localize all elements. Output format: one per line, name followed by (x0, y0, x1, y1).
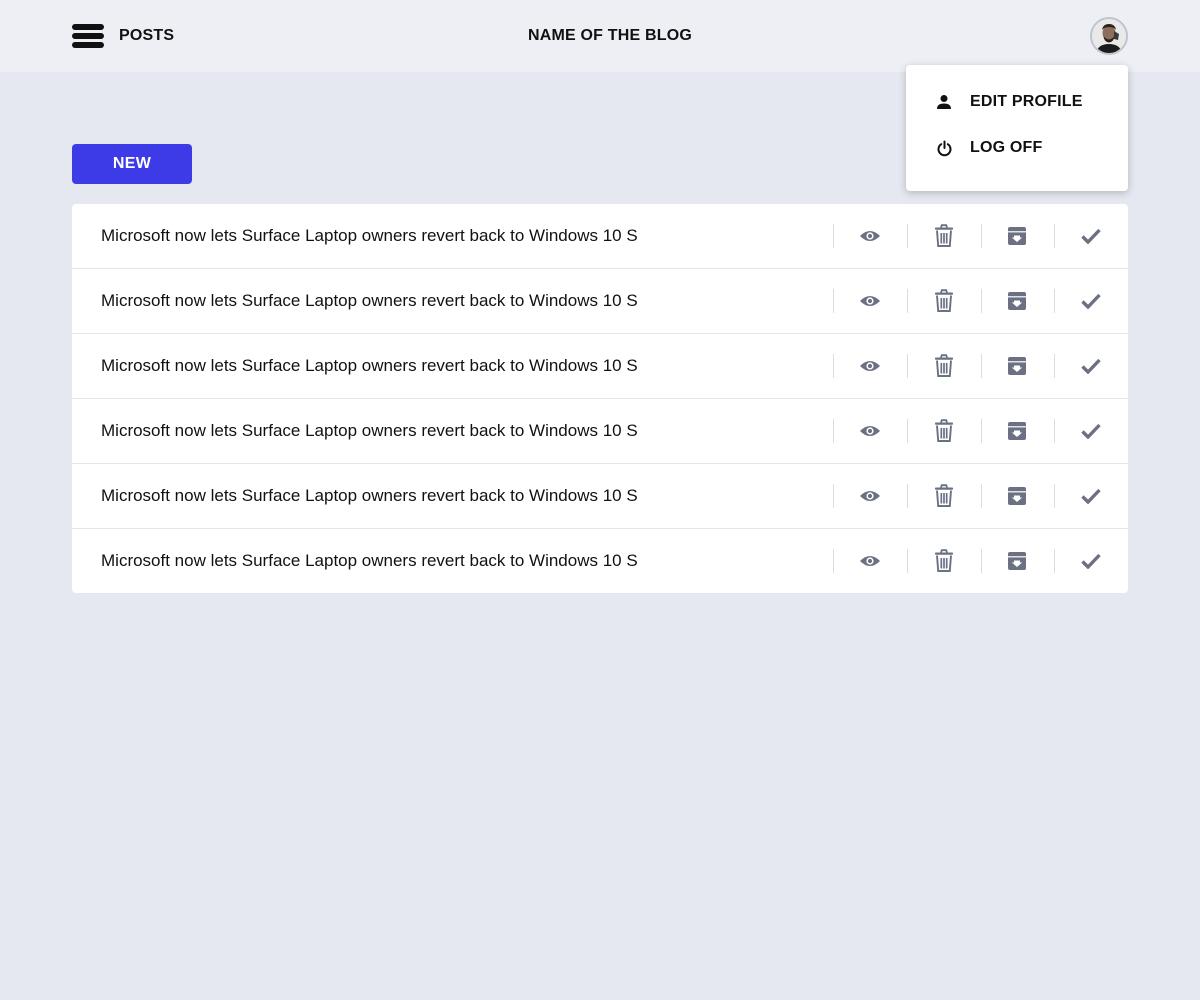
post-title[interactable]: Microsoft now lets Surface Laptop owners… (101, 551, 638, 571)
top-bar: POSTS NAME OF THE BLOG (0, 0, 1200, 72)
delete-button[interactable] (906, 204, 981, 268)
post-actions (833, 204, 1128, 268)
trash-icon (934, 354, 954, 378)
delete-button[interactable] (906, 464, 981, 528)
menu-item-log-off[interactable]: LOG OFF (906, 125, 1128, 171)
archive-button[interactable] (980, 464, 1055, 528)
power-icon (935, 139, 953, 157)
post-title[interactable]: Microsoft now lets Surface Laptop owners… (101, 421, 638, 441)
view-button[interactable] (833, 334, 907, 398)
post-row: Microsoft now lets Surface Laptop owners… (72, 204, 1128, 269)
menu-bar (72, 24, 104, 30)
post-row: Microsoft now lets Surface Laptop owners… (72, 399, 1128, 464)
view-button[interactable] (833, 529, 907, 593)
trash-icon (934, 549, 954, 573)
trash-icon (934, 289, 954, 313)
post-actions (833, 269, 1128, 333)
check-icon (1081, 553, 1101, 569)
delete-button[interactable] (906, 334, 981, 398)
posts-list: Microsoft now lets Surface Laptop owners… (72, 204, 1128, 593)
post-actions (833, 529, 1128, 593)
archive-icon (1007, 421, 1027, 441)
menu-item-edit-profile[interactable]: EDIT PROFILE (906, 79, 1128, 125)
blog-title: NAME OF THE BLOG (527, 27, 693, 44)
post-row: Microsoft now lets Surface Laptop owners… (72, 464, 1128, 529)
profile-dropdown: EDIT PROFILE LOG OFF (906, 65, 1128, 191)
archive-icon (1007, 486, 1027, 506)
nav-posts-link[interactable]: POSTS (119, 27, 174, 45)
new-post-button[interactable]: NEW (72, 144, 192, 184)
view-button[interactable] (833, 269, 907, 333)
view-icon (859, 229, 881, 243)
avatar-image (1092, 19, 1126, 53)
delete-button[interactable] (906, 269, 981, 333)
post-actions (833, 399, 1128, 463)
menu-bar (72, 42, 104, 48)
check-icon (1081, 358, 1101, 374)
view-icon (859, 554, 881, 568)
post-title[interactable]: Microsoft now lets Surface Laptop owners… (101, 226, 638, 246)
view-icon (859, 424, 881, 438)
menu-item-label: LOG OFF (970, 139, 1043, 156)
view-button[interactable] (833, 204, 907, 268)
approve-button[interactable] (1054, 399, 1128, 463)
hamburger-menu-icon[interactable] (72, 24, 104, 48)
archive-button[interactable] (980, 529, 1055, 593)
post-title[interactable]: Microsoft now lets Surface Laptop owners… (101, 486, 638, 506)
delete-button[interactable] (906, 529, 981, 593)
menu-bar (72, 33, 104, 39)
post-actions (833, 464, 1128, 528)
post-actions (833, 334, 1128, 398)
person-icon (935, 93, 953, 111)
post-title[interactable]: Microsoft now lets Surface Laptop owners… (101, 356, 638, 376)
archive-icon (1007, 291, 1027, 311)
post-row: Microsoft now lets Surface Laptop owners… (72, 334, 1128, 399)
check-icon (1081, 423, 1101, 439)
post-row: Microsoft now lets Surface Laptop owners… (72, 269, 1128, 334)
view-button[interactable] (833, 464, 907, 528)
approve-button[interactable] (1054, 464, 1128, 528)
approve-button[interactable] (1054, 269, 1128, 333)
trash-icon (934, 419, 954, 443)
check-icon (1081, 488, 1101, 504)
user-avatar[interactable] (1090, 17, 1128, 55)
archive-button[interactable] (980, 399, 1055, 463)
archive-icon (1007, 551, 1027, 571)
approve-button[interactable] (1054, 334, 1128, 398)
post-title[interactable]: Microsoft now lets Surface Laptop owners… (101, 291, 638, 311)
approve-button[interactable] (1054, 204, 1128, 268)
view-icon (859, 359, 881, 373)
check-icon (1081, 293, 1101, 309)
delete-button[interactable] (906, 399, 981, 463)
check-icon (1081, 228, 1101, 244)
trash-icon (934, 484, 954, 508)
archive-icon (1007, 356, 1027, 376)
archive-button[interactable] (980, 269, 1055, 333)
trash-icon (934, 224, 954, 248)
post-row: Microsoft now lets Surface Laptop owners… (72, 529, 1128, 593)
view-icon (859, 294, 881, 308)
archive-icon (1007, 226, 1027, 246)
archive-button[interactable] (980, 204, 1055, 268)
view-button[interactable] (833, 399, 907, 463)
archive-button[interactable] (980, 334, 1055, 398)
menu-item-label: EDIT PROFILE (970, 93, 1083, 110)
view-icon (859, 489, 881, 503)
approve-button[interactable] (1054, 529, 1128, 593)
